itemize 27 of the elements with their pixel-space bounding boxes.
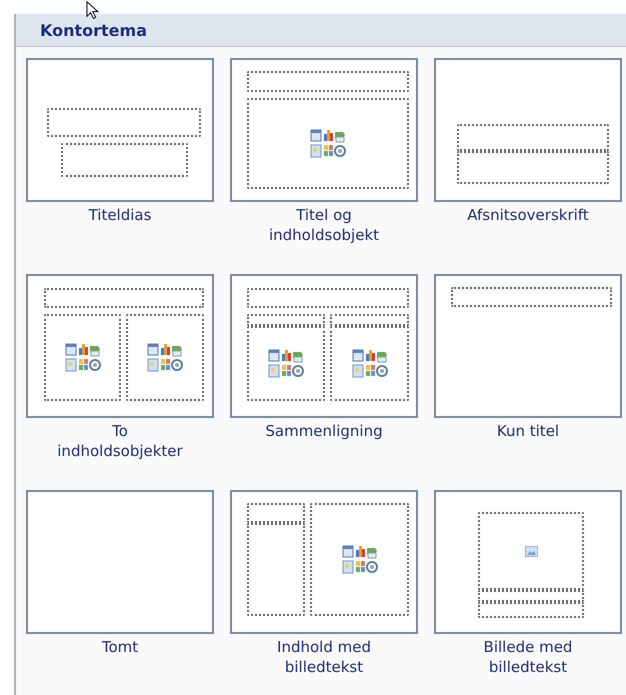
layout-label: Titel og indholdsobjekt [268, 205, 380, 245]
layout-thumbnail[interactable] [230, 58, 418, 202]
content-types-icon [268, 348, 304, 378]
layout-label: Kun titel [496, 421, 560, 441]
layout-label: To indholdsobjekter [57, 421, 183, 461]
content-types-icon [342, 544, 378, 574]
layout-thumbnail[interactable] [26, 274, 214, 418]
cursor-icon [86, 1, 101, 20]
layout-thumbnail[interactable] [230, 274, 418, 418]
layout-thumbnail[interactable] [230, 490, 418, 634]
layout-label: Tomt [102, 637, 138, 657]
picture-icon [524, 546, 538, 556]
content-types-icon [147, 342, 183, 372]
layout-thumbnail[interactable] [434, 274, 622, 418]
layout-label: Sammenligning [265, 421, 383, 441]
layout-label: Billede med billedtekst [484, 637, 572, 677]
layout-label: Titeldias [88, 205, 152, 225]
content-types-icon [310, 128, 346, 158]
layout-thumbnail[interactable] [26, 490, 214, 634]
content-types-icon [64, 342, 100, 372]
layout-label: Afsnitsoverskrift [467, 205, 589, 225]
layout-thumbnail[interactable] [434, 58, 622, 202]
layout-thumbnail[interactable] [26, 58, 214, 202]
panel-title: Kontortema [40, 20, 147, 40]
content-types-icon [352, 348, 388, 378]
layout-label: Indhold med billedtekst [277, 637, 371, 677]
layout-thumbnail[interactable] [434, 490, 622, 634]
